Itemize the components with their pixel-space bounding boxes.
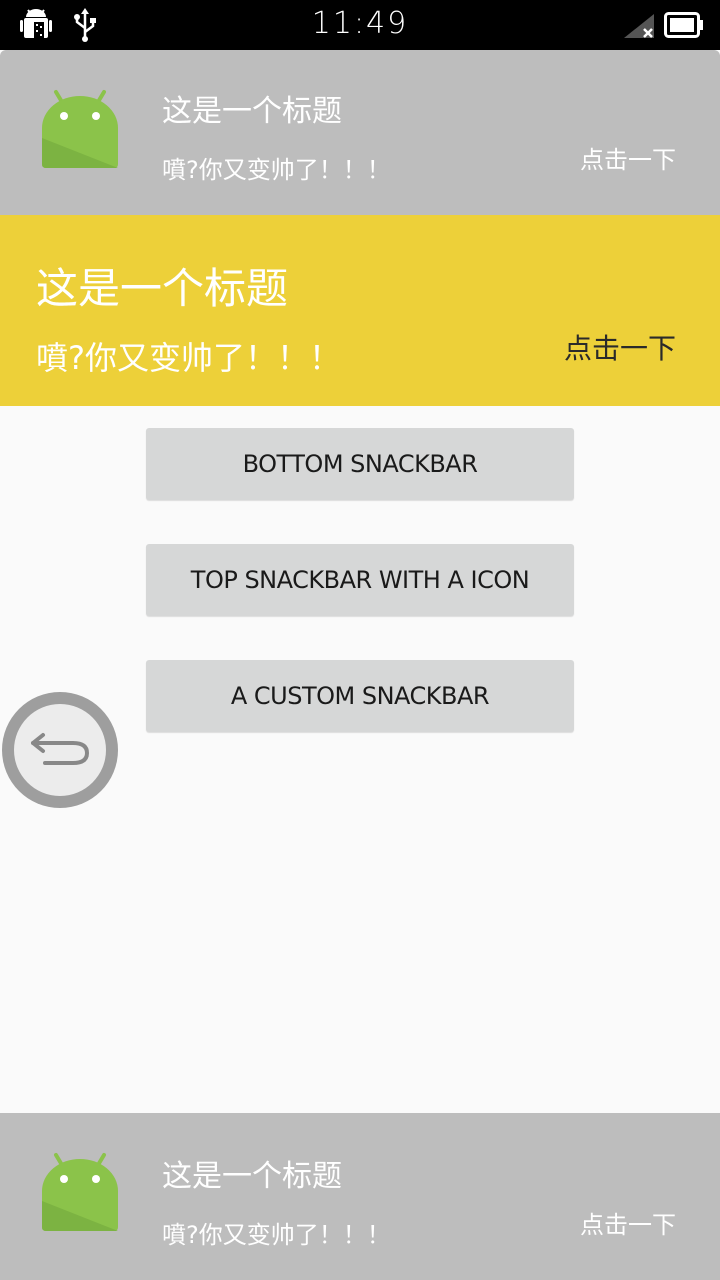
android-robot-icon bbox=[42, 1153, 118, 1231]
snackbar-action-button[interactable]: 点击一下 bbox=[564, 327, 676, 367]
snackbar-action-button[interactable]: 点击一下 bbox=[580, 140, 676, 175]
snackbar-title: 这是一个标题 bbox=[162, 94, 342, 129]
snackbar-title: 这是一个标题 bbox=[162, 1159, 342, 1194]
top-snackbar-with-icon-button[interactable]: TOP SNACKBAR WITH A ICON bbox=[146, 544, 574, 616]
battery-icon bbox=[664, 12, 703, 38]
top-snackbar: 这是一个标题 噴?你又变帅了！！！ 点击一下 bbox=[0, 50, 720, 215]
bottom-snackbar: 这是一个标题 噴?你又变帅了！！！ 点击一下 bbox=[0, 1113, 720, 1280]
custom-snackbar: 这是一个标题 噴?你又变帅了！！！ 点击一下 bbox=[0, 215, 720, 406]
status-bar: 11:49 bbox=[0, 0, 720, 50]
signal-off-icon bbox=[624, 14, 654, 38]
snackbar-message: 噴?你又变帅了！！！ bbox=[162, 1221, 391, 1249]
snackbar-message: 噴?你又变帅了！！！ bbox=[162, 156, 391, 184]
bottom-snackbar-button[interactable]: BOTTOM SNACKBAR bbox=[146, 428, 574, 500]
custom-snackbar-button[interactable]: A CUSTOM SNACKBAR bbox=[146, 660, 574, 732]
floating-back-button[interactable] bbox=[1, 691, 119, 809]
snackbar-title: 这是一个标题 bbox=[36, 264, 289, 313]
status-time: 11:49 bbox=[311, 6, 409, 41]
android-robot-icon bbox=[42, 90, 118, 168]
snackbar-action-button[interactable]: 点击一下 bbox=[580, 1205, 676, 1240]
snackbar-message: 噴?你又变帅了！！！ bbox=[36, 339, 341, 377]
